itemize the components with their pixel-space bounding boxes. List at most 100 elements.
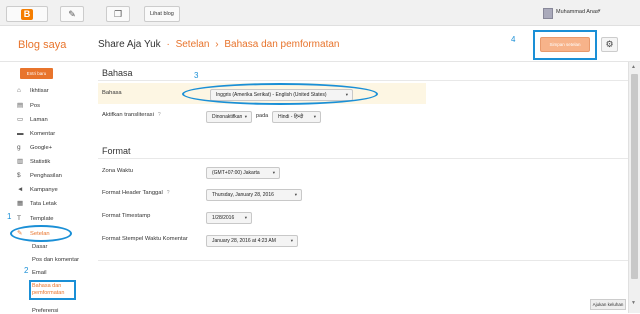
scrollbar-thumb[interactable]	[631, 74, 638, 279]
view-blog-button[interactable]: Lihat blog	[144, 6, 180, 22]
section-divider	[98, 80, 628, 81]
vertical-scrollbar[interactable]: ▲ ▼	[628, 62, 640, 313]
transliteration-label-text: Aktifkan transliterasi	[102, 112, 154, 118]
feedback-button[interactable]: Ajukan keluhan	[590, 299, 626, 310]
chevron-down-icon: ▾	[244, 114, 247, 119]
sidebar-item-label: Penghasilan	[30, 173, 62, 179]
pada-label: pada	[256, 113, 269, 119]
date-header-format-select[interactable]: Thursday, January 28, 2016 ▾	[206, 189, 302, 201]
google-plus-icon: g	[17, 144, 21, 151]
sidebar: Entri baru ⌂ Ikhtisar ▤ Pos ▭ Laman ▬ Koment…	[0, 62, 88, 314]
sidebar-item-label: Template	[30, 216, 54, 222]
avatar[interactable]	[543, 8, 553, 19]
transliteration-select-value: Dinonaktifkan	[212, 114, 243, 120]
layout-icon: ▦	[17, 200, 24, 207]
sidebar-item-statistik[interactable]: ▥ Statistik	[17, 157, 50, 167]
sidebar-sub-label: Bahasa dan	[32, 283, 62, 289]
template-icon: T	[17, 215, 21, 222]
chevron-down-icon[interactable]: ▾	[598, 8, 601, 14]
timestamp-format-select[interactable]: 1/28/2016 ▾	[206, 212, 252, 224]
top-bar: B ✎ ❐ Lihat blog Muhammad Anas ▾	[0, 0, 640, 26]
comment-timestamp-format-select[interactable]: January 28, 2016 at 4:23 AM ▾	[206, 235, 298, 247]
pages-icon: ❐	[113, 9, 123, 19]
annotation-highlight-oval	[182, 83, 378, 105]
new-post-pencil-button[interactable]: ✎	[60, 6, 84, 22]
breadcrumb-setelan[interactable]: Setelan	[176, 39, 210, 50]
sidebar-item-label: Komentar	[30, 131, 56, 137]
breadcrumb-separator: ·	[166, 39, 170, 50]
comment-timestamp-format-value: January 28, 2016 at 4:23 AM	[212, 238, 276, 244]
help-icon[interactable]: ?	[167, 190, 170, 196]
sidebar-item-tata-letak[interactable]: ▦ Tata Letak	[17, 199, 57, 209]
section-divider	[98, 158, 628, 159]
chevron-down-icon: ▾	[313, 114, 316, 119]
sidebar-item-label: Laman	[30, 117, 48, 123]
scroll-up-icon[interactable]: ▲	[631, 64, 636, 70]
sidebar-sub-pos-komentar[interactable]: Pos dan komentar	[32, 257, 79, 263]
username[interactable]: Muhammad Anas	[556, 9, 599, 15]
chevron-down-icon: ▾	[244, 215, 247, 220]
annotation-number-2: 2	[24, 266, 29, 275]
save-settings-button[interactable]: Simpan setelan	[540, 37, 590, 52]
scroll-down-icon[interactable]: ▼	[631, 300, 636, 306]
transliteration-label: Aktifkan transliterasi?	[102, 112, 161, 118]
timezone-label: Zona Waktu	[102, 168, 134, 174]
sidebar-item-ikhtisar[interactable]: ⌂ Ikhtisar	[17, 86, 49, 96]
language-label: Bahasa	[102, 90, 122, 96]
transliteration-select[interactable]: Dinonaktifkan ▾	[206, 111, 252, 123]
chevron-down-icon: ▾	[290, 238, 293, 243]
sidebar-sub-bahasa-pemformatan[interactable]: Bahasa dan pemformatan	[32, 283, 64, 297]
timezone-select[interactable]: (GMT+07:00) Jakarta ▾	[206, 167, 280, 179]
home-icon: ⌂	[17, 87, 21, 94]
timestamp-format-label: Format Timestamp	[102, 213, 151, 219]
date-header-format-label: Format Header Tanggal?	[102, 190, 170, 196]
chevron-down-icon: ▾	[294, 192, 297, 197]
sidebar-item-google-plus[interactable]: g Google+	[17, 143, 52, 153]
sidebar-item-penghasilan[interactable]: $ Penghasilan	[17, 171, 62, 181]
blogger-logo-button[interactable]: B	[6, 6, 48, 22]
help-icon[interactable]: ?	[158, 112, 161, 118]
breadcrumb: Share Aja Yuk · Setelan › Bahasa dan pem…	[98, 39, 339, 50]
chevron-down-icon: ▾	[272, 170, 275, 175]
sidebar-item-template[interactable]: T Template	[17, 214, 54, 224]
transliteration-language-value: Hindi - हिन्दी	[278, 114, 304, 120]
blog-saya-link[interactable]: Blog saya	[18, 39, 66, 51]
breadcrumb-blog-name[interactable]: Share Aja Yuk	[98, 39, 161, 50]
pencil-icon: ✎	[68, 9, 76, 19]
sidebar-item-kampanye[interactable]: ◄ Kampanye	[17, 185, 58, 195]
sidebar-sub-preferensi[interactable]: Preferensi	[32, 308, 58, 314]
sidebar-item-label: Pos	[30, 103, 40, 109]
megaphone-icon: ◄	[17, 186, 24, 193]
timezone-select-value: (GMT+07:00) Jakarta	[212, 170, 260, 176]
annotation-highlight-oval	[10, 225, 72, 242]
sidebar-item-label: Tata Letak	[30, 201, 57, 207]
sidebar-sub-label: pemformatan	[32, 290, 65, 296]
blogger-logo-icon: B	[21, 9, 33, 20]
date-header-format-value: Thursday, January 28, 2016	[212, 192, 274, 198]
sidebar-item-laman[interactable]: ▭ Laman	[17, 115, 48, 125]
sidebar-sub-dasar[interactable]: Dasar	[32, 244, 47, 250]
annotation-number-4: 4	[511, 35, 516, 44]
transliteration-language-select[interactable]: Hindi - हिन्दी ▾	[272, 111, 321, 123]
section-title-bahasa: Bahasa	[102, 68, 133, 78]
posts-list-button[interactable]: ❐	[106, 6, 130, 22]
sidebar-item-pos[interactable]: ▤ Pos	[17, 101, 40, 111]
main-content: Bahasa 3 Bahasa Inggris (Amerika Serikat…	[88, 62, 628, 313]
earnings-icon: $	[17, 172, 21, 179]
new-post-button[interactable]: Entri baru	[20, 68, 53, 79]
sidebar-item-label: Kampanye	[30, 187, 58, 193]
page-header: Blog saya Share Aja Yuk · Setelan › Baha…	[0, 26, 640, 62]
section-title-format: Format	[102, 146, 131, 156]
date-header-format-label-text: Format Header Tanggal	[102, 190, 163, 196]
comment-icon: ▬	[17, 130, 24, 137]
annotation-number-1: 1	[7, 212, 12, 221]
page-icon: ▭	[17, 116, 24, 123]
section-divider	[98, 260, 628, 261]
annotation-number-3: 3	[194, 71, 199, 80]
sidebar-item-label: Ikhtisar	[30, 88, 49, 94]
sidebar-sub-email[interactable]: Email	[32, 270, 47, 276]
gear-icon[interactable]: ⚙	[601, 37, 618, 52]
sidebar-item-komentar[interactable]: ▬ Komentar	[17, 129, 55, 139]
comment-timestamp-format-label: Format Stempel Waktu Komentar	[102, 236, 188, 242]
stats-icon: ▥	[17, 158, 24, 165]
